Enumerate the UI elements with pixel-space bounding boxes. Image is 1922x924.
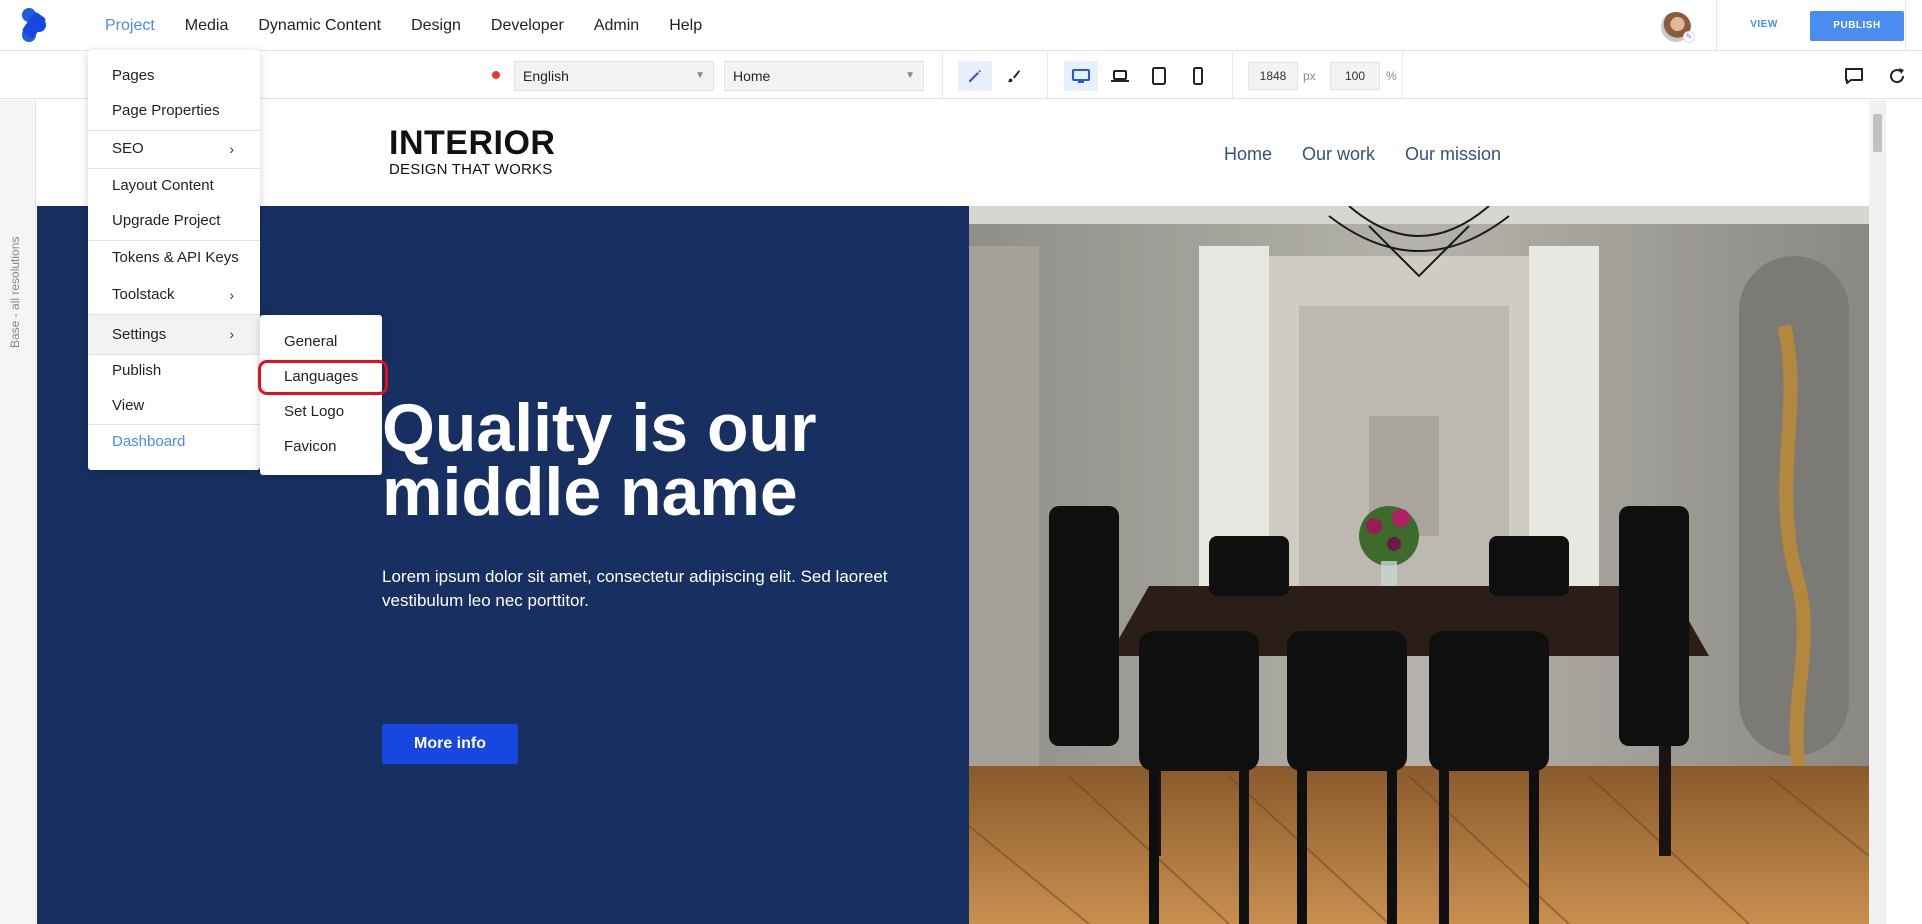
- language-select-value: English: [523, 68, 569, 84]
- hero-dining-room-image[interactable]: [969, 206, 1869, 924]
- submenu-item-favicon[interactable]: Favicon: [260, 432, 382, 462]
- menu-item-page-properties[interactable]: Page Properties: [88, 96, 260, 126]
- tablet-icon[interactable]: [1142, 61, 1176, 91]
- view-button[interactable]: VIEW: [1740, 12, 1788, 38]
- menu-help[interactable]: Help: [654, 17, 717, 35]
- menu-item-label: View: [112, 397, 145, 414]
- chevron-right-icon: ›: [229, 287, 234, 303]
- width-input[interactable]: 1848: [1248, 62, 1298, 90]
- site-brand-title[interactable]: INTERIOR: [389, 124, 555, 163]
- menu-item-label: Upgrade Project: [112, 212, 221, 229]
- site-brand-subtitle[interactable]: DESIGN THAT WORKS: [389, 161, 552, 178]
- menu-divider: [88, 424, 260, 425]
- menu-divider: [88, 130, 260, 131]
- menu-item-pages[interactable]: Pages: [88, 61, 260, 91]
- site-nav: Home Our work Our mission: [1224, 144, 1501, 165]
- more-info-button[interactable]: More info: [382, 724, 518, 764]
- menu-divider: [88, 168, 260, 169]
- top-bar: Project Media Dynamic Content Design Dev…: [0, 0, 1922, 51]
- site-nav-home[interactable]: Home: [1224, 144, 1272, 165]
- brush-icon[interactable]: [997, 61, 1031, 91]
- caret-down-icon: ▼: [905, 70, 915, 81]
- canvas-scrollbar[interactable]: [1869, 100, 1886, 924]
- zoom-input[interactable]: 100: [1330, 62, 1380, 90]
- right-margin: [1886, 100, 1922, 924]
- menu-item-label: Tokens & API Keys: [112, 249, 239, 266]
- menu-item-tokens-api-keys[interactable]: Tokens & API Keys: [88, 243, 260, 273]
- menu-item-label: Layout Content: [112, 177, 214, 194]
- divider: [942, 51, 943, 99]
- menu-item-settings[interactable]: Settings ›: [88, 315, 260, 354]
- divider: [1047, 51, 1048, 99]
- page-canvas[interactable]: INTERIOR DESIGN THAT WORKS Home Our work…: [37, 100, 1869, 924]
- site-header: INTERIOR DESIGN THAT WORKS Home Our work…: [37, 100, 1869, 206]
- menu-dynamic-content[interactable]: Dynamic Content: [243, 17, 396, 35]
- hero-section[interactable]: Quality is our middle name Lorem ipsum d…: [37, 206, 1869, 924]
- editor-toolbar: English ▼ Home ▼ 1848 px 100 %: [0, 51, 1922, 99]
- divider: [1905, 0, 1906, 51]
- menu-item-label: Settings: [112, 326, 167, 343]
- chevron-right-icon: ›: [229, 326, 234, 342]
- site-nav-our-mission[interactable]: Our mission: [1405, 144, 1501, 165]
- zoom-unit: %: [1386, 69, 1397, 83]
- publish-button[interactable]: PUBLISH: [1810, 11, 1904, 41]
- project-menu-dropdown: Pages Page Properties SEO › Layout Conten…: [88, 50, 260, 470]
- menu-divider: [88, 354, 260, 355]
- menu-admin[interactable]: Admin: [579, 17, 654, 35]
- languages-highlight-annotation: [258, 360, 388, 395]
- divider: [1716, 0, 1717, 51]
- hero-title[interactable]: Quality is our middle name: [382, 394, 942, 526]
- divider: [1402, 51, 1403, 99]
- caret-down-icon: ▼: [695, 70, 705, 81]
- pencil-icon[interactable]: [958, 61, 992, 91]
- dining-room-illustration: [969, 206, 1869, 924]
- page-select[interactable]: Home ▼: [724, 61, 924, 91]
- edit-profile-icon[interactable]: ✎: [1683, 31, 1695, 43]
- submenu-item-general[interactable]: General: [260, 327, 382, 357]
- divider: [1232, 51, 1233, 99]
- menu-item-label: Pages: [112, 67, 155, 84]
- menu-item-label: Toolstack: [112, 286, 175, 303]
- menu-item-dashboard[interactable]: Dashboard: [88, 427, 260, 457]
- menu-item-view[interactable]: View: [88, 391, 260, 421]
- menu-item-layout-content[interactable]: Layout Content: [88, 171, 260, 201]
- site-nav-our-work[interactable]: Our work: [1302, 144, 1375, 165]
- comment-icon[interactable]: [1837, 61, 1871, 91]
- submenu-item-label: Favicon: [284, 438, 337, 455]
- scrollbar-thumb[interactable]: [1873, 114, 1882, 152]
- language-select[interactable]: English ▼: [514, 61, 714, 91]
- menu-item-label: Page Properties: [112, 102, 220, 119]
- menu-item-label: SEO: [112, 140, 144, 157]
- resolution-strip: Base - all resolutions: [0, 100, 36, 924]
- hero-text[interactable]: Lorem ipsum dolor sit amet, consectetur …: [382, 565, 902, 613]
- submenu-item-label: Set Logo: [284, 403, 345, 420]
- menu-item-toolstack[interactable]: Toolstack ›: [88, 280, 260, 310]
- submenu-item-label: General: [284, 333, 338, 350]
- laptop-icon[interactable]: [1103, 61, 1137, 91]
- refresh-icon[interactable]: [1880, 61, 1914, 91]
- phone-icon[interactable]: [1181, 61, 1215, 91]
- settings-submenu: General Languages Set Logo Favicon: [260, 315, 382, 475]
- submenu-item-set-logo[interactable]: Set Logo: [260, 397, 382, 427]
- resolution-label: Base - all resolutions: [8, 236, 22, 348]
- app-logo-icon[interactable]: [18, 6, 50, 44]
- status-dot-icon: [492, 71, 500, 79]
- page-select-value: Home: [733, 68, 771, 84]
- menu-divider: [88, 240, 260, 241]
- desktop-icon[interactable]: [1064, 61, 1098, 91]
- main-menu: Project Media Dynamic Content Design Dev…: [90, 0, 717, 51]
- chevron-right-icon: ›: [229, 141, 234, 157]
- app-window: Project Media Dynamic Content Design Dev…: [0, 0, 1922, 924]
- width-unit: px: [1303, 69, 1316, 83]
- menu-item-upgrade-project[interactable]: Upgrade Project: [88, 206, 260, 236]
- menu-item-label: Publish: [112, 362, 162, 379]
- menu-developer[interactable]: Developer: [476, 17, 579, 35]
- menu-design[interactable]: Design: [396, 17, 476, 35]
- menu-item-label: Dashboard: [112, 433, 186, 450]
- menu-item-seo[interactable]: SEO ›: [88, 134, 260, 164]
- menu-media[interactable]: Media: [170, 17, 244, 35]
- menu-item-publish[interactable]: Publish: [88, 356, 260, 386]
- menu-project[interactable]: Project: [90, 17, 170, 35]
